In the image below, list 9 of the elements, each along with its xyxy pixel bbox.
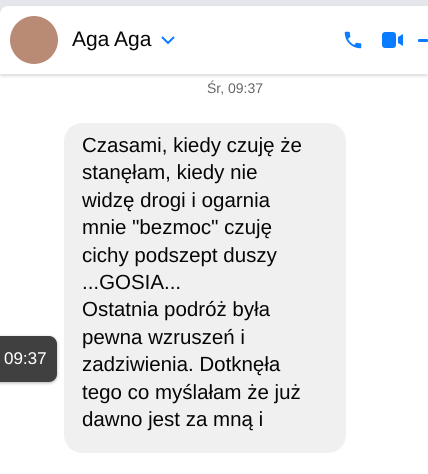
chevron-down-icon[interactable]: [161, 36, 176, 44]
video-camera-icon[interactable]: [382, 31, 404, 49]
time-tooltip: 09:37: [0, 336, 57, 382]
message-bubble: Czasami, kiedy czuję że stanęłam, kiedy nie widzę drogi i ogarnia mnie "bezmoc" czuję cichy podszept duszy ...GOSIA... Ostatnia podróż była pewna wzruszeń i zadziwienia. Dotknęła tego co myślałam że już dawno jest za mną i: [64, 123, 346, 454]
contact-name[interactable]: Aga Aga: [72, 28, 152, 52]
phone-icon[interactable]: [342, 29, 364, 51]
minimize-icon[interactable]: [418, 38, 428, 42]
avatar[interactable]: [10, 16, 58, 64]
timestamp: Śr, 09:37: [206, 79, 264, 96]
